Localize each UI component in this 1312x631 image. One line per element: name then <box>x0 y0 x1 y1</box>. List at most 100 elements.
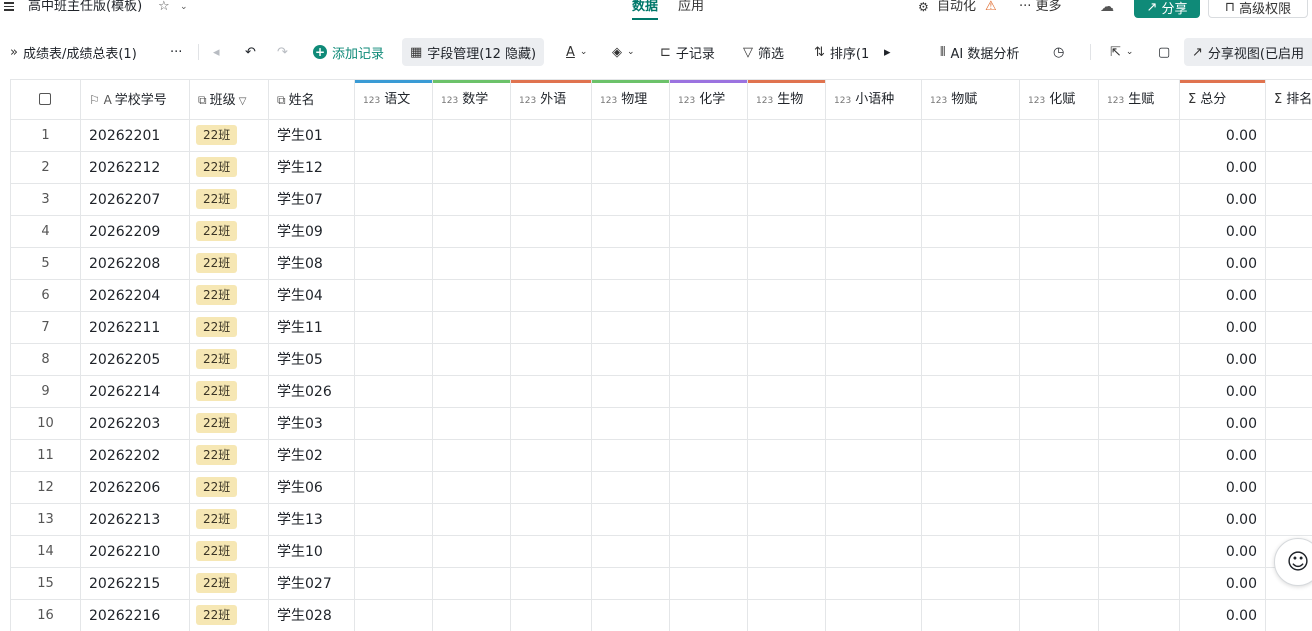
table-cell[interactable] <box>922 536 1020 568</box>
table-cell[interactable] <box>355 280 433 312</box>
column-header-phys_score[interactable]: 123 物赋 <box>922 80 1020 120</box>
table-cell[interactable] <box>826 248 922 280</box>
table-cell[interactable] <box>670 504 748 536</box>
table-cell[interactable] <box>433 440 511 472</box>
table-cell[interactable] <box>355 152 433 184</box>
table-row[interactable]: 5 20262208 22班 学生08 0.00 <box>11 248 1312 280</box>
student-id-cell[interactable]: 20262213 <box>81 504 190 536</box>
table-row[interactable]: 13 20262213 22班 学生13 0.00 <box>11 504 1312 536</box>
table-cell[interactable] <box>355 568 433 600</box>
student-id-cell[interactable]: 20262202 <box>81 440 190 472</box>
export-button[interactable]: ⇱ ⌄ <box>1110 36 1133 68</box>
table-cell[interactable] <box>592 536 670 568</box>
table-cell[interactable] <box>1020 312 1099 344</box>
table-cell[interactable] <box>592 568 670 600</box>
student-name-cell[interactable]: 学生04 <box>269 280 355 312</box>
table-cell[interactable] <box>1266 376 1312 408</box>
class-cell[interactable]: 22班 <box>190 440 269 472</box>
row-number[interactable]: 3 <box>11 184 81 216</box>
table-cell[interactable] <box>826 344 922 376</box>
table-cell[interactable] <box>1099 408 1180 440</box>
total-cell[interactable]: 0.00 <box>1180 344 1266 376</box>
tab-data[interactable]: 数据 <box>632 0 658 14</box>
table-row[interactable]: 10 20262203 22班 学生03 0.00 <box>11 408 1312 440</box>
table-cell[interactable] <box>922 504 1020 536</box>
total-cell[interactable]: 0.00 <box>1180 248 1266 280</box>
class-cell[interactable]: 22班 <box>190 248 269 280</box>
column-header-chinese[interactable]: 123 语文 <box>355 80 433 120</box>
table-cell[interactable] <box>1266 312 1312 344</box>
table-cell[interactable] <box>922 408 1020 440</box>
table-cell[interactable] <box>511 344 592 376</box>
table-cell[interactable] <box>826 600 922 631</box>
tab-app[interactable]: 应用 <box>678 0 704 14</box>
row-number[interactable]: 6 <box>11 280 81 312</box>
table-cell[interactable] <box>1099 312 1180 344</box>
star-icon[interactable]: ☆ <box>158 0 170 14</box>
table-cell[interactable] <box>1020 120 1099 152</box>
table-cell[interactable] <box>1266 120 1312 152</box>
column-header-class[interactable]: ⧉ 班级 ▽ <box>190 80 269 120</box>
column-header-total[interactable]: Σ 总分 <box>1180 80 1266 120</box>
automation-button[interactable]: 自动化 <box>937 0 976 14</box>
undo-icon[interactable]: ↶ <box>245 36 256 68</box>
table-cell[interactable] <box>1020 408 1099 440</box>
table-cell[interactable] <box>826 568 922 600</box>
table-cell[interactable] <box>433 312 511 344</box>
table-cell[interactable] <box>592 312 670 344</box>
student-name-cell[interactable]: 学生03 <box>269 408 355 440</box>
history-icon[interactable]: ◷ <box>1053 36 1064 68</box>
filter-button[interactable]: ▽ 筛选 <box>743 36 784 68</box>
column-header-name[interactable]: ⧉ 姓名 <box>269 80 355 120</box>
table-cell[interactable] <box>511 536 592 568</box>
view-more-button[interactable]: ··· <box>170 36 182 68</box>
table-cell[interactable] <box>922 280 1020 312</box>
table-cell[interactable] <box>433 120 511 152</box>
cloud-sync-icon[interactable]: ☁ <box>1100 0 1114 14</box>
table-cell[interactable] <box>748 408 826 440</box>
student-name-cell[interactable]: 学生06 <box>269 472 355 504</box>
table-cell[interactable] <box>592 280 670 312</box>
table-cell[interactable] <box>1266 600 1312 631</box>
row-number[interactable]: 1 <box>11 120 81 152</box>
row-number[interactable]: 13 <box>11 504 81 536</box>
table-cell[interactable] <box>355 216 433 248</box>
toolbar-scroll-right-icon[interactable]: ▸ <box>884 36 891 68</box>
share-view-button[interactable]: ↗ 分享视图(已启用 <box>1184 38 1312 66</box>
column-header-english[interactable]: 123 外语 <box>511 80 592 120</box>
table-cell[interactable] <box>1099 248 1180 280</box>
table-cell[interactable] <box>670 248 748 280</box>
student-id-cell[interactable]: 20262206 <box>81 472 190 504</box>
sort-button[interactable]: ⇅ 排序(1 <box>814 36 869 68</box>
table-cell[interactable] <box>670 440 748 472</box>
app-title[interactable]: 高中班主任版(模板) <box>28 0 142 14</box>
table-cell[interactable] <box>922 600 1020 631</box>
table-cell[interactable] <box>433 600 511 631</box>
student-id-cell[interactable]: 20262203 <box>81 408 190 440</box>
table-cell[interactable] <box>1020 344 1099 376</box>
table-cell[interactable] <box>1020 280 1099 312</box>
table-cell[interactable] <box>670 120 748 152</box>
table-cell[interactable] <box>511 184 592 216</box>
table-cell[interactable] <box>670 184 748 216</box>
warning-icon[interactable]: ⚠ <box>985 0 997 14</box>
table-cell[interactable] <box>355 376 433 408</box>
table-cell[interactable] <box>433 280 511 312</box>
sub-record-button[interactable]: ⊏ 子记录 <box>660 36 715 68</box>
table-row[interactable]: 4 20262209 22班 学生09 0.00 <box>11 216 1312 248</box>
row-number[interactable]: 10 <box>11 408 81 440</box>
table-cell[interactable] <box>748 600 826 631</box>
total-cell[interactable]: 0.00 <box>1180 280 1266 312</box>
class-cell[interactable]: 22班 <box>190 280 269 312</box>
table-cell[interactable] <box>592 216 670 248</box>
row-number[interactable]: 12 <box>11 472 81 504</box>
table-cell[interactable] <box>355 248 433 280</box>
total-cell[interactable]: 0.00 <box>1180 600 1266 631</box>
table-cell[interactable] <box>433 248 511 280</box>
table-cell[interactable] <box>1020 248 1099 280</box>
table-cell[interactable] <box>748 216 826 248</box>
table-cell[interactable] <box>670 312 748 344</box>
column-header-chem_score[interactable]: 123 化赋 <box>1020 80 1099 120</box>
class-cell[interactable]: 22班 <box>190 376 269 408</box>
table-row[interactable]: 12 20262206 22班 学生06 0.00 <box>11 472 1312 504</box>
